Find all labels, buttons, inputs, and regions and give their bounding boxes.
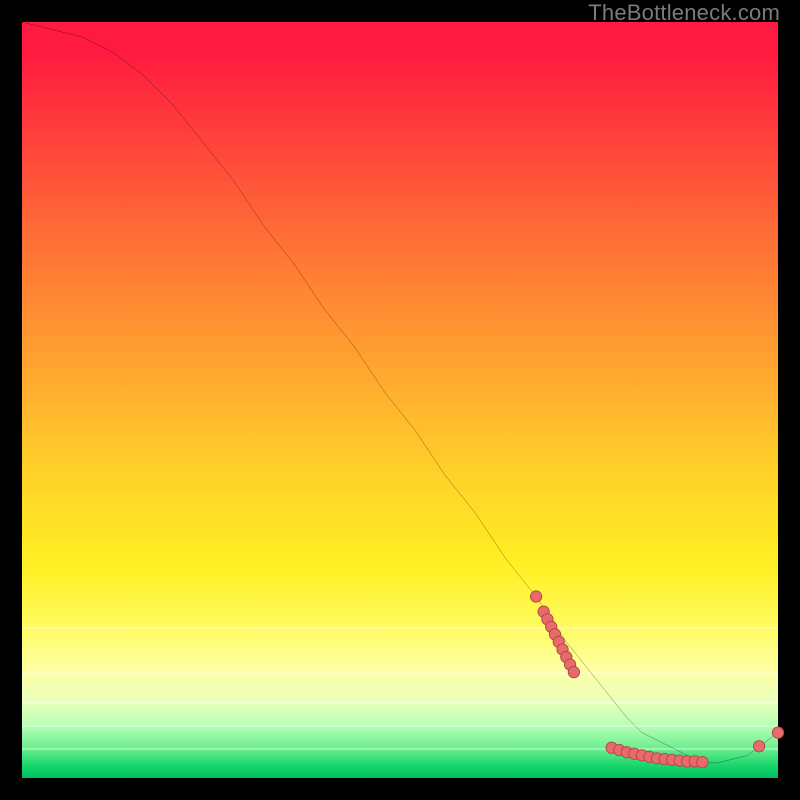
chart-stage: TheBottleneck.com [0,0,800,800]
data-point [530,591,541,602]
data-point [772,727,783,738]
data-points [530,591,783,768]
data-point [568,666,579,677]
curve-layer [22,22,778,778]
plot-area [22,22,778,778]
bottleneck-curve [22,22,778,763]
data-point [753,741,764,752]
data-point [697,756,708,767]
